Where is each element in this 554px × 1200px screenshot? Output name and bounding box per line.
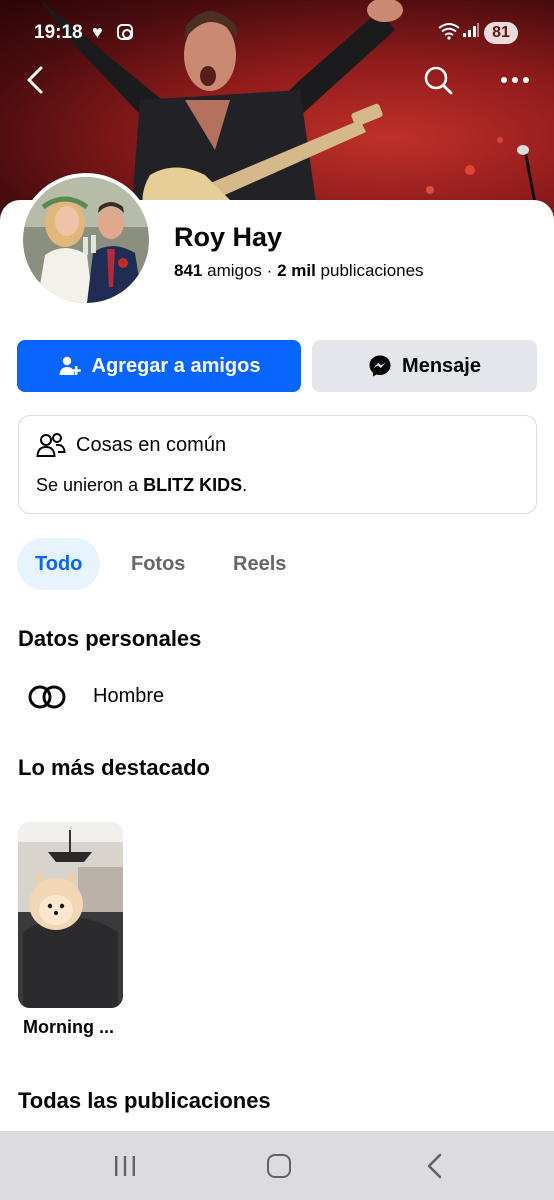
messenger-icon [369, 355, 391, 377]
section-highlights-title: Lo más destacado [18, 755, 210, 780]
tab-fotos[interactable]: Fotos [113, 538, 203, 590]
common-things-card[interactable]: Cosas en común Se unieron a BLITZ KIDS. [18, 415, 537, 514]
system-navigation-bar [0, 1131, 554, 1200]
friends-count[interactable]: 841 [174, 261, 202, 280]
posts-count: 2 mil [277, 261, 316, 280]
back-arrow-icon[interactable] [18, 62, 54, 98]
wifi-icon [438, 22, 460, 45]
profile-name: Roy Hay [174, 222, 283, 252]
posts-label: publicaciones [320, 261, 424, 280]
common-text-prefix: Se unieron a [36, 475, 144, 495]
people-icon [36, 432, 66, 463]
friends-label[interactable]: amigos [207, 261, 262, 280]
message-label: Mensaje [402, 354, 481, 377]
status-time: 19:18 [34, 22, 83, 43]
signal-icon [462, 22, 480, 41]
common-text-suffix: . [242, 475, 248, 495]
recents-icon[interactable] [113, 1155, 137, 1182]
section-personal-title: Datos personales [18, 626, 202, 651]
instagram-icon [117, 24, 133, 40]
gender-value: Hombre [93, 685, 165, 707]
status-bar: 19:18 ♥ 81 [0, 0, 554, 64]
rings-icon [28, 683, 66, 716]
home-icon[interactable] [267, 1154, 291, 1178]
profile-stats: 841 amigos · 2 mil publicaciones [174, 261, 424, 281]
add-friend-icon [59, 356, 81, 375]
highlight-label: Morning ... [23, 1017, 114, 1037]
add-friend-label: Agregar a amigos [91, 354, 261, 377]
heart-icon: ♥ [92, 22, 103, 42]
add-friend-button[interactable]: Agregar a amigos [17, 340, 301, 392]
battery-indicator: 81 [484, 22, 518, 44]
common-things-text: Se unieron a BLITZ KIDS. [36, 475, 247, 496]
more-icon[interactable] [496, 62, 536, 98]
tab-todo[interactable]: Todo [17, 538, 101, 590]
section-all-posts-title: Todas las publicaciones [18, 1088, 271, 1113]
highlight-thumbnail[interactable] [18, 822, 123, 1008]
system-back-icon[interactable] [425, 1153, 445, 1184]
group-name[interactable]: BLITZ KIDS [143, 475, 242, 495]
tab-reels[interactable]: Reels [215, 538, 304, 590]
message-button[interactable]: Mensaje [312, 340, 537, 392]
avatar[interactable] [19, 173, 153, 307]
search-icon[interactable] [420, 62, 456, 98]
common-things-title: Cosas en común [76, 434, 227, 456]
stats-separator: · [266, 261, 273, 280]
